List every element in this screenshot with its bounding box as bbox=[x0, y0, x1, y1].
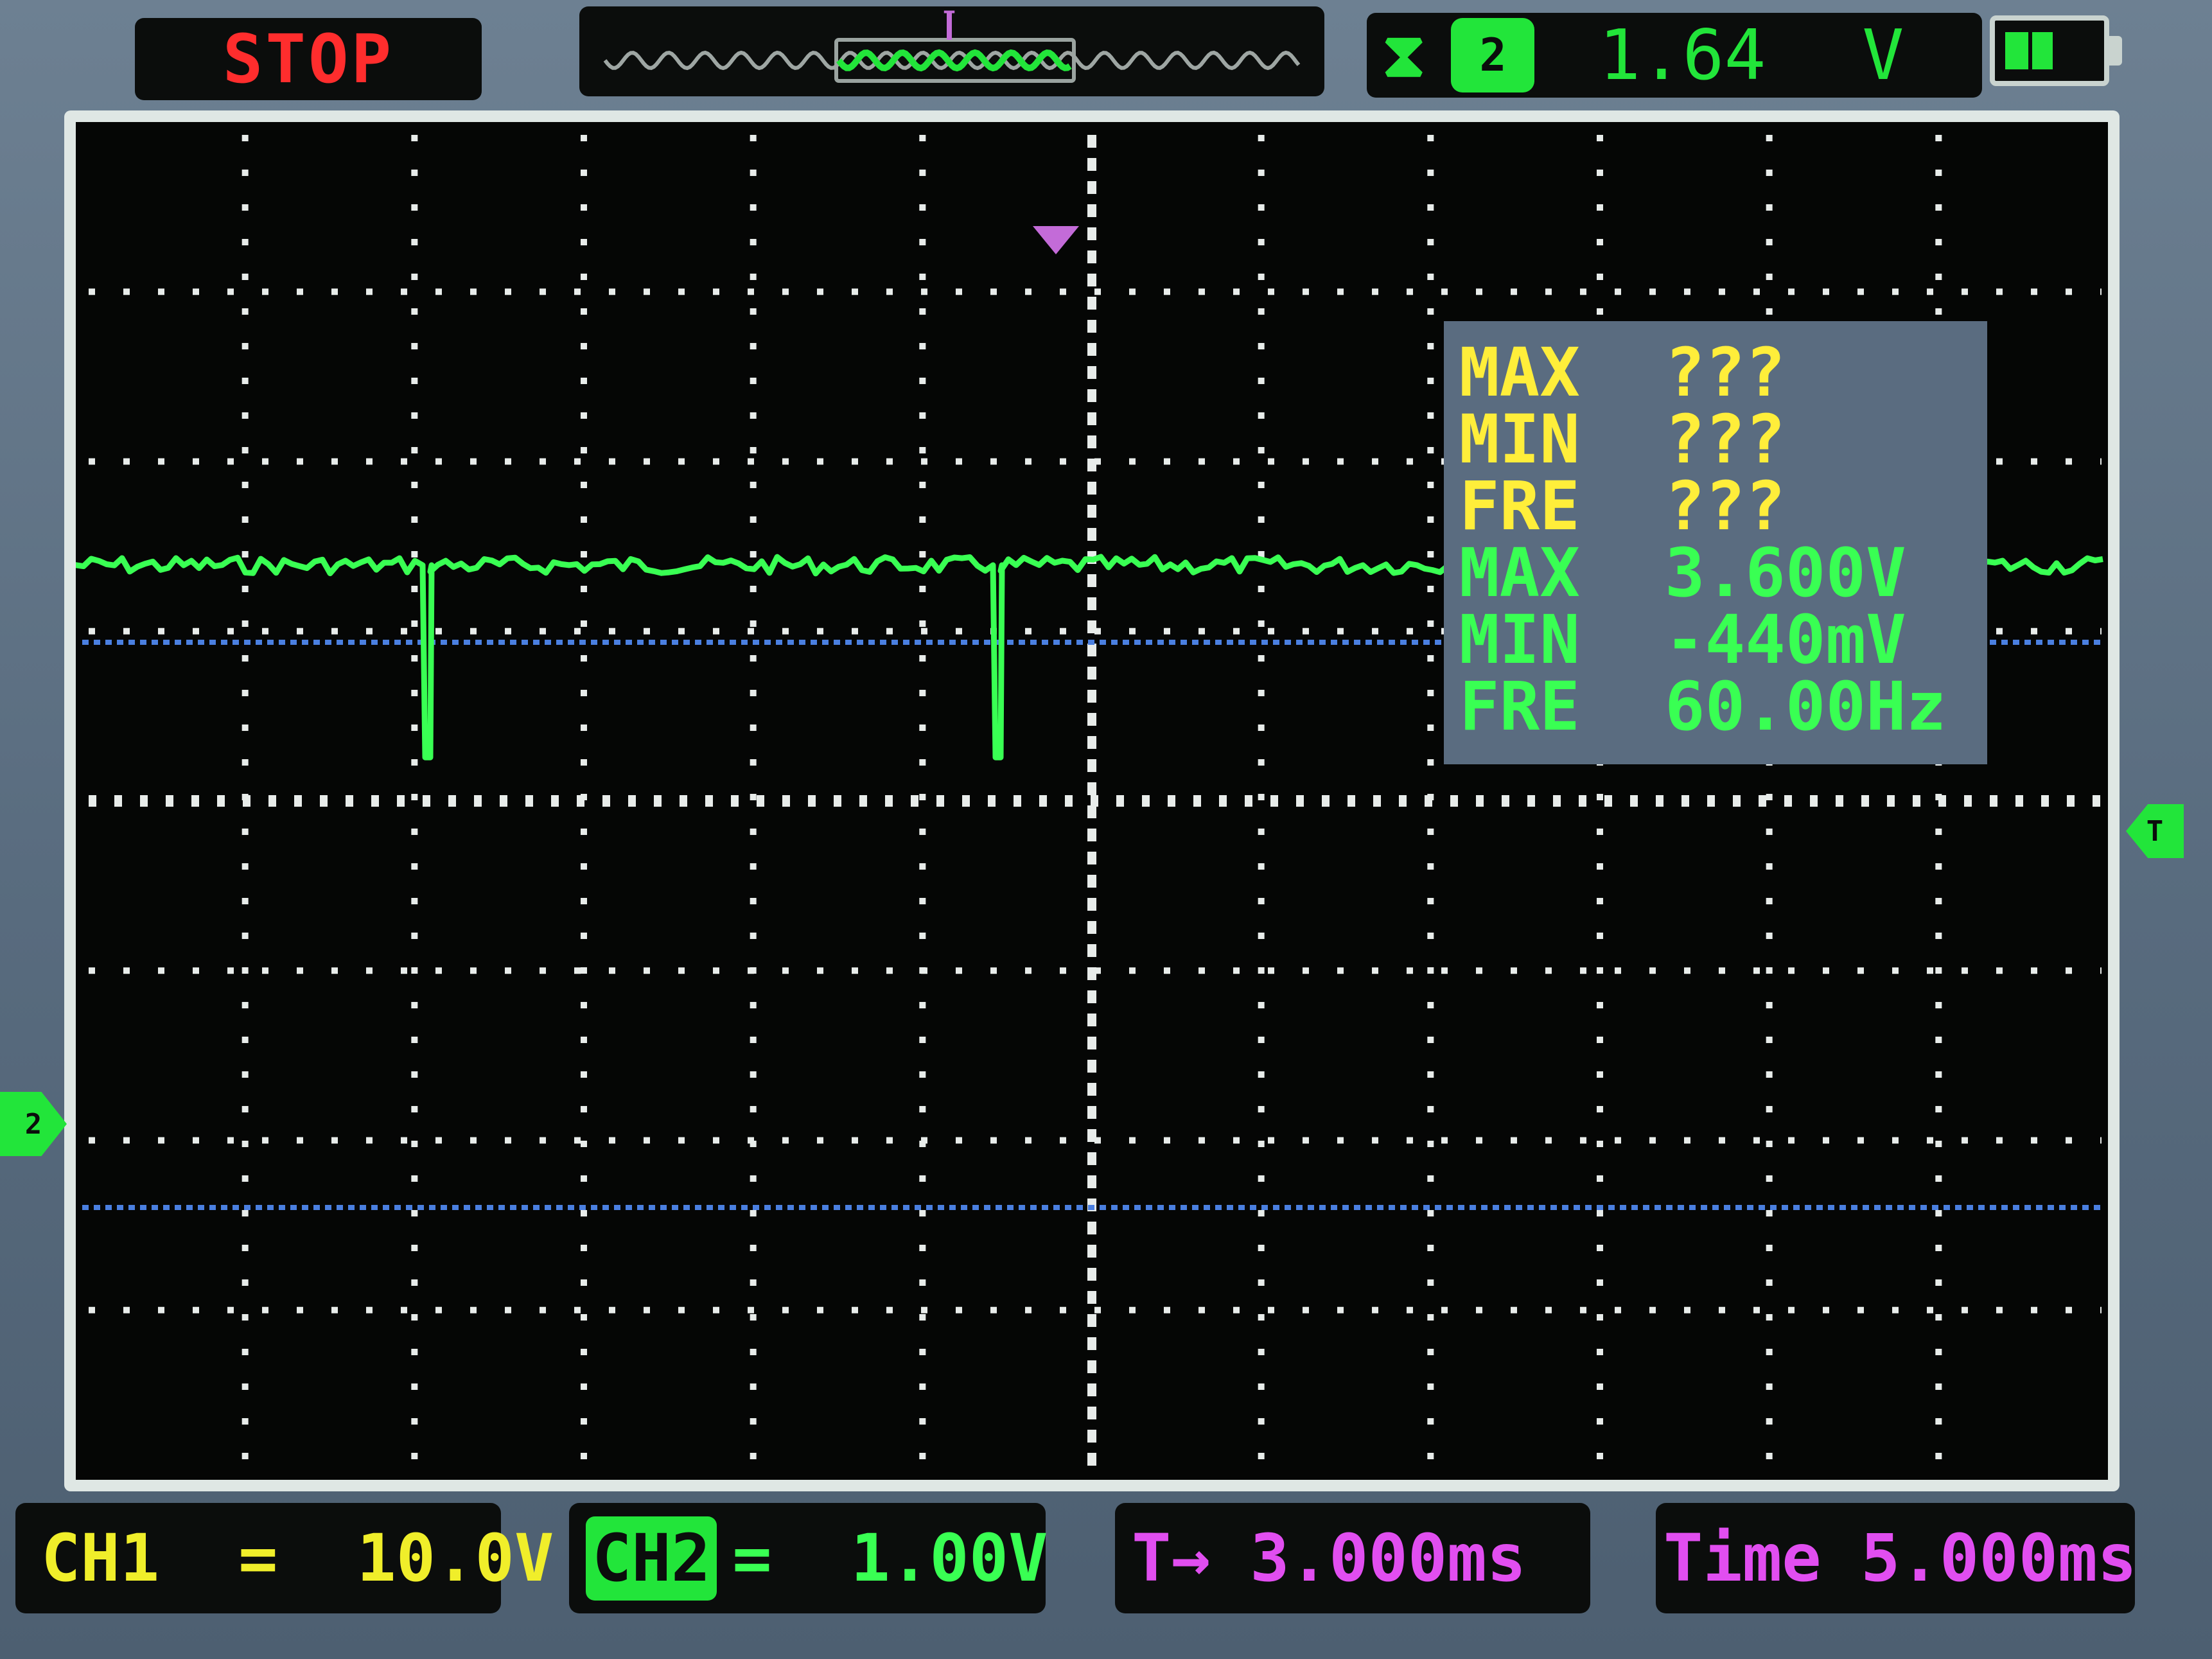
trigger-offset-label: T→ bbox=[1132, 1520, 1211, 1597]
ch2-label: CH2 bbox=[586, 1516, 717, 1601]
ch1-measure-max: MAX??? bbox=[1459, 333, 1786, 412]
run-stop-indicator[interactable]: STOP bbox=[135, 18, 482, 100]
ch2-measure-fre: FRE 60.00Hz bbox=[1459, 667, 1947, 746]
ch1-measure-min: MIN??? bbox=[1459, 400, 1786, 478]
hourglass-icon: ⧗ bbox=[1382, 19, 1426, 91]
memory-position-bar[interactable]: T bbox=[579, 6, 1324, 96]
trigger-level-value: 1.64 bbox=[1599, 15, 1766, 96]
ch2-coupling: = bbox=[732, 1520, 772, 1597]
ch1-scale-box[interactable]: CH1 = 10.0V bbox=[15, 1503, 554, 1613]
trigger-level-panel[interactable]: ⧗ 2 1.64 V bbox=[1367, 13, 1982, 98]
ch2-measure-max: MAX 3.600V bbox=[1459, 534, 1906, 612]
trigger-source-chip[interactable]: 2 bbox=[1451, 18, 1535, 92]
timebase-label: Time bbox=[1663, 1520, 1821, 1597]
memory-overview-icon: T bbox=[603, 6, 1301, 83]
trigger-marker-label: T bbox=[943, 6, 955, 31]
measurement-overlay: MAX??? MIN??? FRE??? MAX 3.600V MIN -440mV… bbox=[1444, 321, 1987, 764]
trigger-offset-box[interactable]: T→ 3.000ms bbox=[1115, 1503, 1590, 1613]
waveform-screen[interactable]: MAX??? MIN??? FRE??? MAX 3.600V MIN -440mV… bbox=[64, 110, 2120, 1491]
battery-icon bbox=[1990, 15, 2109, 86]
ch1-coupling: = bbox=[238, 1520, 278, 1597]
ch2-scale: 1.00V bbox=[850, 1520, 1048, 1597]
ch1-scale: 10.0V bbox=[356, 1520, 554, 1597]
trigger-offset-value: 3.000ms bbox=[1250, 1520, 1527, 1597]
ch2-scale-box[interactable]: CH2 = 1.00V bbox=[569, 1503, 1048, 1613]
ch1-label: CH1 bbox=[41, 1520, 160, 1597]
timebase-box[interactable]: Time 5.000ms bbox=[1656, 1503, 2137, 1613]
trigger-level-unit: V bbox=[1862, 15, 1904, 96]
battery-tip bbox=[2109, 36, 2122, 66]
ch1-measure-fre: FRE??? bbox=[1459, 467, 1786, 545]
timebase-value: 5.000ms bbox=[1861, 1520, 2137, 1597]
ch2-measure-min: MIN -440mV bbox=[1459, 601, 1906, 679]
run-state-label: STOP bbox=[222, 20, 394, 98]
